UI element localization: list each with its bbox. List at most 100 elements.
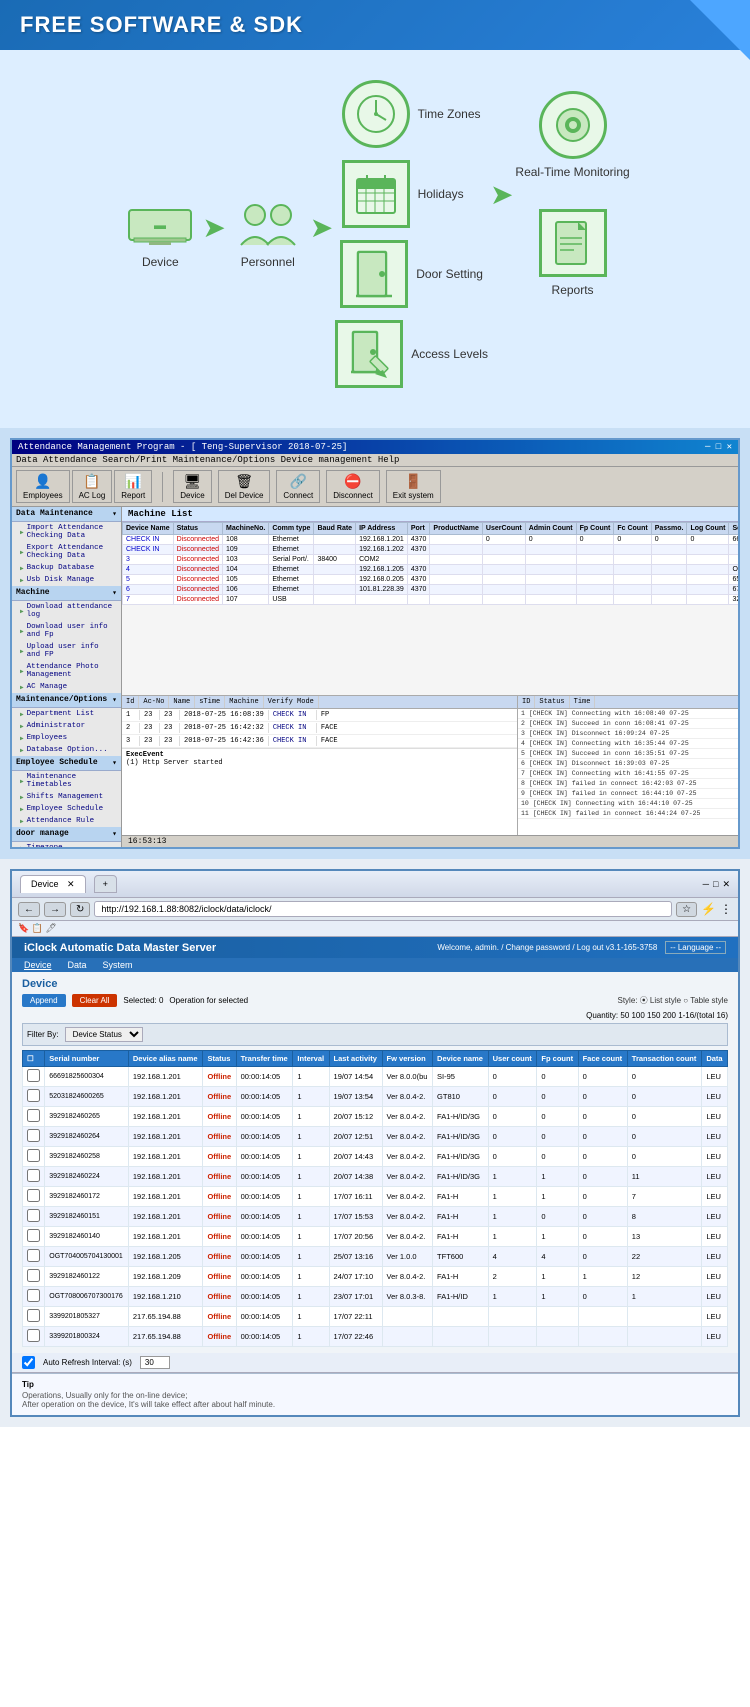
- close-tab-icon[interactable]: ✕: [67, 879, 75, 889]
- cell-port: 4370: [407, 535, 430, 545]
- style-toggle[interactable]: Style: ⦿ List style ○ Table style: [617, 996, 728, 1005]
- web-cell-users: 0: [488, 1127, 537, 1147]
- web-cell-check[interactable]: [23, 1147, 45, 1167]
- forward-btn[interactable]: →: [44, 902, 66, 917]
- web-cell-serial: 66691825600304: [45, 1067, 129, 1087]
- header-banner: FREE SOFTWARE & SDK: [0, 0, 750, 50]
- minimize-icon[interactable]: ─: [703, 879, 709, 890]
- clear-all-btn[interactable]: Clear All: [72, 994, 118, 1007]
- download-attendance-log[interactable]: Download attendance log: [12, 601, 121, 621]
- maintenance-options-header[interactable]: Maintenance/Options ▾: [12, 693, 121, 708]
- nav-data[interactable]: Data: [68, 960, 87, 970]
- back-btn[interactable]: ←: [18, 902, 40, 917]
- device-btn[interactable]: 🖥 Device: [173, 470, 211, 503]
- browser-tab-device[interactable]: Device ✕: [20, 875, 86, 893]
- append-btn[interactable]: Append: [22, 994, 66, 1007]
- web-cell-device: [433, 1307, 489, 1327]
- connect-btn[interactable]: 🔗 Connect: [276, 470, 320, 503]
- log-entry: 11 [CHECK IN] failed in connect 16:44:24…: [518, 809, 738, 819]
- data-maintenance-header[interactable]: Data Maintenance ▾: [12, 507, 121, 522]
- close-icon[interactable]: ✕: [722, 879, 730, 890]
- aclog-tab[interactable]: 📋 AC Log: [72, 470, 113, 503]
- web-cell-check[interactable]: [23, 1327, 45, 1347]
- cell-users: [482, 545, 525, 555]
- door-manage-header[interactable]: door manage ▾: [12, 827, 121, 842]
- web-cell-tx: 8: [627, 1207, 702, 1227]
- import-attendance[interactable]: Import Attendance Checking Data: [12, 522, 121, 542]
- export-attendance[interactable]: Export Attendance Checking Data: [12, 542, 121, 562]
- device-status-filter[interactable]: Device Status: [65, 1027, 143, 1042]
- attendance-photo[interactable]: Attendance Photo Management: [12, 661, 121, 681]
- machine-header[interactable]: Machine ▾: [12, 586, 121, 601]
- app-sidebar: Data Maintenance ▾ Import Attendance Che…: [12, 507, 122, 847]
- cell-pass: [651, 565, 687, 575]
- cell-fc: 0: [614, 535, 651, 545]
- cell-pass: 0: [651, 535, 687, 545]
- web-cell-check[interactable]: [23, 1107, 45, 1127]
- cell-users: 0: [482, 535, 525, 545]
- auto-refresh-checkbox[interactable]: [22, 1356, 35, 1369]
- employees-item[interactable]: Employees: [12, 732, 121, 744]
- web-cell-check[interactable]: [23, 1227, 45, 1247]
- refresh-interval-input[interactable]: [140, 1356, 170, 1369]
- employee-schedule[interactable]: Employee Schedule: [12, 803, 121, 815]
- disconnect-btn[interactable]: ⛔ Disconnect: [326, 470, 380, 503]
- web-cell-check[interactable]: [23, 1267, 45, 1287]
- web-cell-interval: 1: [293, 1327, 329, 1347]
- timezone-item[interactable]: Timezone: [12, 842, 121, 847]
- cell-serial: 6689: [729, 535, 738, 545]
- attendance-rule[interactable]: Attendance Rule: [12, 815, 121, 827]
- web-cell-serial: 3929182460264: [45, 1127, 129, 1147]
- web-cell-face: 0: [578, 1287, 627, 1307]
- download-user-info[interactable]: Download user info and Fp: [12, 621, 121, 641]
- web-cell-data: LEU: [702, 1267, 728, 1287]
- web-cell-check[interactable]: [23, 1287, 45, 1307]
- maintenance-timetables[interactable]: Maintenance Timetables: [12, 771, 121, 791]
- web-table-container[interactable]: ☐ Serial number Device alias name Status…: [22, 1050, 728, 1347]
- web-cell-check[interactable]: [23, 1207, 45, 1227]
- database-option[interactable]: Database Option...: [12, 744, 121, 756]
- refresh-btn[interactable]: ↻: [70, 902, 90, 917]
- divider: [162, 472, 163, 502]
- web-cell-interval: 1: [293, 1207, 329, 1227]
- web-cell-check[interactable]: [23, 1307, 45, 1327]
- cell-admin: 0: [525, 535, 576, 545]
- col-fp-count: Fp Count: [576, 523, 614, 535]
- web-cell-check[interactable]: [23, 1247, 45, 1267]
- web-cell-check[interactable]: [23, 1087, 45, 1107]
- department-list[interactable]: Department List: [12, 708, 121, 720]
- maximize-icon[interactable]: □: [713, 879, 718, 890]
- extensions-icon[interactable]: ⚡: [701, 902, 716, 916]
- machine-table-container[interactable]: Device Name Status MachineNo. Comm type …: [122, 522, 738, 695]
- url-bar[interactable]: http://192.168.1.88:8082/iclock/data/icl…: [94, 901, 672, 917]
- event-col-stime: sTime: [195, 696, 225, 708]
- cell-product: [430, 575, 483, 585]
- del-device-btn[interactable]: 🗑 Del Device: [218, 470, 271, 503]
- settings-icon[interactable]: ⋮: [720, 902, 732, 916]
- web-cell-check[interactable]: [23, 1167, 45, 1187]
- upload-user-info[interactable]: Upload user info and FP: [12, 641, 121, 661]
- bookmark-btn[interactable]: ☆: [676, 902, 697, 917]
- web-cell-last: 17/07 20:56: [329, 1227, 382, 1247]
- administrator[interactable]: Administrator: [12, 720, 121, 732]
- web-cell-fp: 1: [537, 1267, 578, 1287]
- th-fp: Fp count: [537, 1051, 578, 1067]
- new-tab-btn[interactable]: +: [94, 875, 117, 893]
- nav-device[interactable]: Device: [24, 960, 52, 970]
- web-cell-check[interactable]: [23, 1067, 45, 1087]
- exit-btn[interactable]: 🚪 Exit system: [386, 470, 441, 503]
- web-cell-check[interactable]: [23, 1127, 45, 1147]
- shifts-management[interactable]: Shifts Management: [12, 791, 121, 803]
- employees-tab[interactable]: 👤 Employees: [16, 470, 70, 503]
- employee-schedule-header[interactable]: Employee Schedule ▾: [12, 756, 121, 771]
- web-cell-status: Offline: [203, 1067, 236, 1087]
- web-cell-transfer: 00:00:14:05: [236, 1327, 293, 1347]
- report-tab[interactable]: 📊 Report: [114, 470, 152, 503]
- language-selector[interactable]: -- Language --: [665, 941, 726, 954]
- col-serial: Serial: [729, 523, 738, 535]
- ac-manage[interactable]: AC Manage: [12, 681, 121, 693]
- usb-disk-manage[interactable]: Usb Disk Manage: [12, 574, 121, 586]
- web-cell-check[interactable]: [23, 1187, 45, 1207]
- nav-system[interactable]: System: [103, 960, 133, 970]
- backup-database[interactable]: Backup Database: [12, 562, 121, 574]
